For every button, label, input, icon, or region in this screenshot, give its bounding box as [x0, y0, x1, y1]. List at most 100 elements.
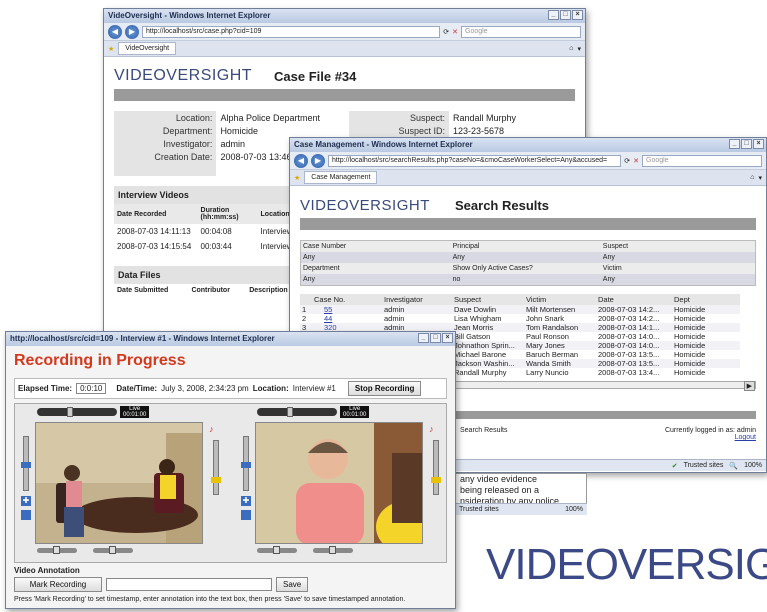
- page-menu-icon[interactable]: ▾: [577, 45, 581, 53]
- column-header[interactable]: Victim: [524, 294, 596, 305]
- forward-arrow-icon[interactable]: ▶: [311, 153, 325, 168]
- stop-recording-button[interactable]: Stop Recording: [347, 381, 422, 396]
- seek-handle[interactable]: [67, 407, 73, 417]
- maximize-button[interactable]: □: [560, 10, 571, 20]
- brightness-slider[interactable]: [37, 546, 77, 554]
- back-arrow-icon[interactable]: ◀: [294, 153, 308, 168]
- scroll-right-icon[interactable]: ▶: [743, 381, 755, 391]
- contrast-slider[interactable]: [313, 546, 353, 554]
- tab-videoversight[interactable]: VideOversight: [118, 42, 177, 55]
- zoom-level[interactable]: 100%: [744, 462, 762, 469]
- zoom-icon[interactable]: 🔍: [729, 462, 738, 470]
- column-header[interactable]: Suspect: [452, 294, 524, 305]
- zoom-in-icon[interactable]: ✚: [21, 496, 31, 506]
- level-slider[interactable]: [211, 440, 221, 495]
- forward-arrow-icon[interactable]: ▶: [125, 24, 139, 39]
- refresh-icon[interactable]: ⟳: [443, 28, 449, 36]
- table-row[interactable]: 2008-07-03 14:11:13 00:04:08 Interview #: [114, 224, 304, 239]
- paragraph-line: any video evidence: [460, 474, 538, 484]
- footer-label: Search Results: [460, 427, 508, 434]
- back-arrow-icon[interactable]: ◀: [108, 24, 122, 39]
- close-button[interactable]: ×: [753, 139, 764, 149]
- refresh-icon[interactable]: ⟳: [624, 157, 630, 165]
- field-label: Department:: [114, 124, 217, 137]
- mark-recording-button[interactable]: Mark Recording: [14, 577, 102, 592]
- column-header[interactable]: Investigator: [382, 294, 452, 305]
- recording-heading: Recording in Progress: [14, 352, 186, 369]
- date-cell: 2008-07-03 14:2...: [598, 305, 660, 314]
- logout-link[interactable]: Logout: [735, 434, 756, 441]
- volume-slider[interactable]: [241, 436, 251, 491]
- home-icon[interactable]: ⌂: [569, 45, 573, 52]
- row-number: 1: [302, 305, 307, 314]
- minimize-button[interactable]: _: [548, 10, 559, 20]
- suspect-cell: Randall Murphy: [454, 368, 507, 377]
- videoversight-logo: VIDEOVERSIGHT: [114, 67, 253, 84]
- search-input[interactable]: Google: [461, 25, 581, 38]
- column-header[interactable]: Dept: [672, 294, 740, 305]
- stop-icon[interactable]: ✕: [452, 28, 458, 36]
- recording-content: Recording in Progress Elapsed Time: 0:0:…: [6, 346, 455, 608]
- url-input[interactable]: http://localhost/src/searchResults.php?c…: [328, 154, 622, 167]
- close-button[interactable]: ×: [442, 333, 453, 343]
- favorites-star-icon[interactable]: ★: [108, 45, 114, 53]
- seek-handle[interactable]: [287, 407, 293, 417]
- brightness-slider[interactable]: [257, 546, 297, 554]
- datetime-label: Date/Time:: [116, 384, 158, 393]
- level-slider[interactable]: [431, 440, 441, 495]
- audio-icon[interactable]: ♪: [429, 424, 434, 434]
- table-row[interactable]: 2008-07-03 14:15:54 00:03:44 Interview #: [114, 239, 304, 254]
- stop-icon[interactable]: ✕: [633, 157, 639, 165]
- brand-logo: VIDEOVERSIGH: [486, 540, 767, 600]
- case-number-link[interactable]: 44: [324, 314, 332, 323]
- date-cell: 2008-07-03 13:5...: [598, 350, 660, 359]
- annotation-input[interactable]: [106, 578, 272, 591]
- url-input[interactable]: http://localhost/src/case.php?cid=109: [142, 25, 441, 38]
- page-menu-icon[interactable]: ▾: [758, 174, 762, 182]
- minimize-button[interactable]: _: [418, 333, 429, 343]
- victim-cell: Larry Nuncio: [526, 368, 569, 377]
- seek-slider[interactable]: [257, 407, 337, 417]
- criteria-value: Any: [452, 254, 465, 261]
- minimize-button[interactable]: _: [729, 139, 740, 149]
- victim-cell: Baruch Berman: [526, 350, 579, 359]
- video-area: Live 00:01:00 ✚ ♪ Live 00:01:00 ✚ ♪: [14, 403, 447, 563]
- table-row[interactable]: 1 55 admin Dave Dowlin Milt Mortensen 2008-07…: [300, 305, 740, 314]
- zoom-in-icon[interactable]: ✚: [241, 496, 251, 506]
- close-button[interactable]: ×: [572, 10, 583, 20]
- case-number-link[interactable]: 55: [324, 305, 332, 314]
- seek-slider[interactable]: [37, 407, 117, 417]
- volume-slider[interactable]: [21, 436, 31, 491]
- save-button[interactable]: Save: [276, 577, 309, 592]
- audio-icon[interactable]: ♪: [209, 424, 214, 434]
- column-header: Date Recorded: [117, 210, 167, 218]
- criteria-label: Suspect: [602, 243, 629, 250]
- column-header[interactable]: Case No.: [310, 294, 382, 305]
- criteria-value: Any: [303, 254, 316, 261]
- case-number-cell: 44: [310, 314, 382, 323]
- dept-cell: Homicide: [674, 332, 706, 341]
- suspect-cell: Michael Barone: [454, 350, 507, 359]
- tab-case-management[interactable]: Case Management: [304, 171, 378, 184]
- camera-2-video[interactable]: [255, 422, 423, 544]
- interview-videos-header: Interview Videos: [114, 186, 314, 204]
- favorites-star-icon[interactable]: ★: [294, 174, 300, 182]
- home-icon[interactable]: ⌂: [750, 174, 754, 181]
- camera-1-video[interactable]: [35, 422, 203, 544]
- column-header[interactable]: Date: [596, 294, 672, 305]
- search-input[interactable]: Google: [642, 154, 762, 167]
- cell: 00:03:44: [200, 242, 232, 251]
- recording-window-titlebar: http://localhost/src/cid=109 - Interview…: [6, 332, 455, 346]
- dept-cell: Homicide: [674, 368, 706, 377]
- zoom-level[interactable]: 100%: [565, 506, 583, 513]
- maximize-button[interactable]: □: [741, 139, 752, 149]
- case-window-titlebar: VideOversight - Windows Internet Explore…: [104, 9, 585, 23]
- zoom-out-icon[interactable]: [241, 510, 251, 520]
- window-title: Case Management - Windows Internet Explo…: [294, 140, 473, 149]
- maximize-button[interactable]: □: [430, 333, 441, 343]
- cell: 2008-07-03 14:11:13: [117, 227, 191, 236]
- zoom-out-icon[interactable]: [21, 510, 31, 520]
- table-row[interactable]: 2 44 admin Lisa Whigham John Snark 2008-07-03…: [300, 314, 740, 323]
- contrast-slider[interactable]: [93, 546, 133, 554]
- criteria-value: Any: [602, 254, 615, 261]
